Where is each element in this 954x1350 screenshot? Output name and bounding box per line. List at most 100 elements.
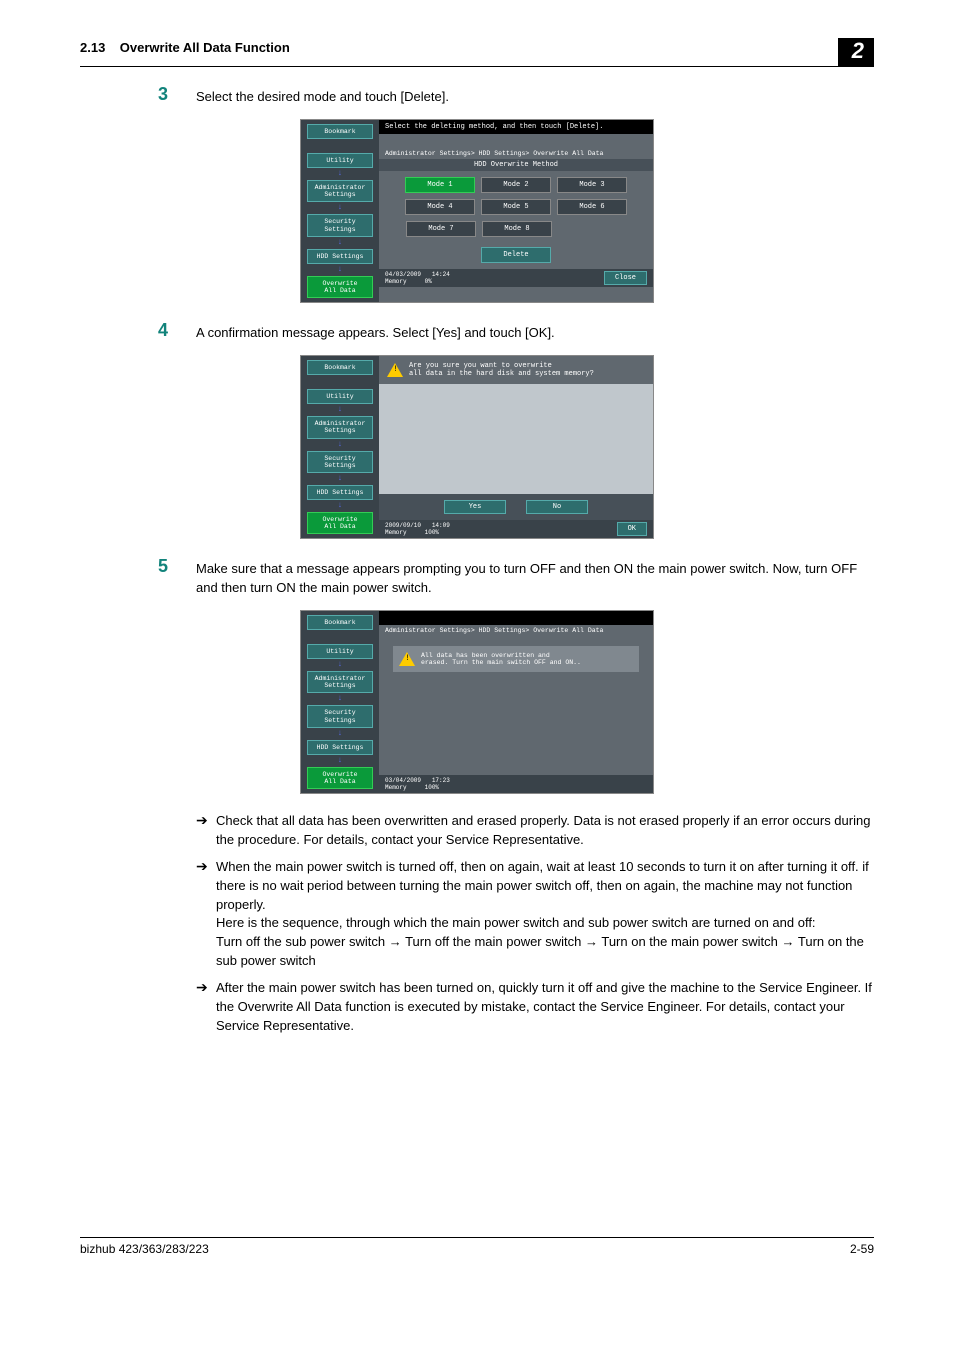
note-list: ➔ Check that all data has been overwritt… bbox=[196, 812, 874, 1035]
yes-button[interactable]: Yes bbox=[444, 500, 506, 514]
note-text: When the main power switch is turned off… bbox=[216, 858, 874, 971]
chevron-down-icon: ↓ bbox=[338, 441, 343, 449]
status-bar: 03/04/2009 17:23 Memory 100% bbox=[379, 775, 653, 793]
sidebar-security[interactable]: Security Settings bbox=[307, 451, 373, 473]
note-text: After the main power switch has been tur… bbox=[216, 979, 874, 1036]
bookmark-button[interactable]: Bookmark bbox=[307, 124, 373, 139]
mode-5-button[interactable]: Mode 5 bbox=[481, 199, 551, 215]
page-footer: bizhub 423/363/283/223 2-59 bbox=[80, 1237, 874, 1256]
step-text: A confirmation message appears. Select [… bbox=[196, 321, 874, 343]
note-line: Turn off the sub power switch → Turn off… bbox=[216, 934, 864, 968]
chevron-down-icon: ↓ bbox=[338, 406, 343, 414]
chevron-down-icon: ↓ bbox=[338, 170, 343, 178]
status-time: 14:09 bbox=[432, 522, 450, 529]
chevron-down-icon: ↓ bbox=[338, 475, 343, 483]
chevron-down-icon: ↓ bbox=[338, 502, 343, 510]
chevron-down-icon: ↓ bbox=[338, 757, 343, 765]
sidebar-admin[interactable]: Administrator Settings bbox=[307, 671, 373, 693]
step-number: 4 bbox=[158, 321, 196, 343]
mode-3-button[interactable]: Mode 3 bbox=[557, 177, 627, 193]
status-date: 03/04/2009 bbox=[385, 777, 421, 784]
step-3: 3 Select the desired mode and touch [Del… bbox=[158, 85, 874, 107]
sidebar-overwrite[interactable]: Overwrite All Data bbox=[307, 767, 373, 789]
mode-2-button[interactable]: Mode 2 bbox=[481, 177, 551, 193]
footer-model: bizhub 423/363/283/223 bbox=[80, 1242, 209, 1256]
sidebar-utility[interactable]: Utility bbox=[307, 644, 373, 659]
status-time: 14:24 bbox=[432, 271, 450, 278]
status-memory-pct: 100% bbox=[425, 784, 439, 791]
sidebar-admin[interactable]: Administrator Settings bbox=[307, 416, 373, 438]
note-text: Check that all data has been overwritten… bbox=[216, 812, 874, 850]
list-item: ➔ Check that all data has been overwritt… bbox=[196, 812, 874, 850]
sidebar-hdd[interactable]: HDD Settings bbox=[307, 249, 373, 264]
page-header: 2.13 Overwrite All Data Function 2 bbox=[80, 40, 874, 67]
breadcrumb: Administrator Settings> HDD Settings> Ov… bbox=[379, 148, 653, 159]
status-date: 04/03/2009 bbox=[385, 271, 421, 278]
step-5: 5 Make sure that a message appears promp… bbox=[158, 557, 874, 598]
section-title: Overwrite All Data Function bbox=[120, 40, 290, 55]
delete-button[interactable]: Delete bbox=[481, 247, 551, 263]
sidebar-security[interactable]: Security Settings bbox=[307, 214, 373, 236]
sidebar: Bookmark Utility ↓ Administrator Setting… bbox=[301, 611, 379, 793]
status-memory-label: Memory bbox=[385, 529, 407, 536]
note-line: Here is the sequence, through which the … bbox=[216, 915, 816, 930]
ok-button[interactable]: OK bbox=[617, 522, 647, 536]
bookmark-button[interactable]: Bookmark bbox=[307, 615, 373, 630]
mode-1-button[interactable]: Mode 1 bbox=[405, 177, 475, 193]
dialog-body bbox=[379, 384, 653, 494]
list-item: ➔ When the main power switch is turned o… bbox=[196, 858, 874, 971]
step-text: Select the desired mode and touch [Delet… bbox=[196, 85, 874, 107]
step-number: 5 bbox=[158, 557, 196, 598]
no-button[interactable]: No bbox=[526, 500, 588, 514]
sidebar-admin[interactable]: Administrator Settings bbox=[307, 180, 373, 202]
sidebar-hdd[interactable]: HDD Settings bbox=[307, 485, 373, 500]
status-bar: 04/03/2009 14:24 Memory 0% Close bbox=[379, 269, 653, 287]
sidebar-utility[interactable]: Utility bbox=[307, 153, 373, 168]
completion-panel: All data has been overwritten and erased… bbox=[393, 646, 639, 672]
status-memory-pct: 0% bbox=[425, 278, 432, 285]
mode-6-button[interactable]: Mode 6 bbox=[557, 199, 627, 215]
sidebar: Bookmark Utility ↓ Administrator Setting… bbox=[301, 120, 379, 302]
status-bar: 2009/09/10 14:09 Memory 100% OK bbox=[379, 520, 653, 538]
bookmark-button[interactable]: Bookmark bbox=[307, 360, 373, 375]
breadcrumb: Administrator Settings> HDD Settings> Ov… bbox=[379, 625, 653, 636]
close-button[interactable]: Close bbox=[604, 271, 647, 285]
sidebar-hdd[interactable]: HDD Settings bbox=[307, 740, 373, 755]
completion-message: All data has been overwritten and erased… bbox=[421, 652, 581, 666]
status-memory-label: Memory bbox=[385, 278, 407, 285]
confirm-message-bar: Are you sure you want to overwrite all d… bbox=[379, 356, 653, 384]
arrow-icon: ➔ bbox=[196, 812, 216, 850]
screenshot-mode-select: Bookmark Utility ↓ Administrator Setting… bbox=[300, 119, 654, 303]
dialog-body: All data has been overwritten and erased… bbox=[379, 636, 653, 745]
mode-8-button[interactable]: Mode 8 bbox=[482, 221, 552, 237]
confirm-buttons: Yes No bbox=[379, 494, 653, 520]
list-item: ➔ After the main power switch has been t… bbox=[196, 979, 874, 1036]
status-time: 17:23 bbox=[432, 777, 450, 784]
chevron-down-icon: ↓ bbox=[338, 695, 343, 703]
panel-title: HDD Overwrite Method bbox=[379, 159, 653, 171]
sidebar-overwrite[interactable]: Overwrite All Data bbox=[307, 512, 373, 534]
sidebar-overwrite[interactable]: Overwrite All Data bbox=[307, 276, 373, 298]
dialog-title: Select the deleting method, and then tou… bbox=[379, 120, 653, 134]
chevron-down-icon: ↓ bbox=[338, 661, 343, 669]
confirm-message: Are you sure you want to overwrite all d… bbox=[409, 362, 594, 378]
chevron-down-icon: ↓ bbox=[338, 239, 343, 247]
footer-page: 2-59 bbox=[850, 1242, 874, 1256]
status-memory-pct: 100% bbox=[425, 529, 439, 536]
sidebar-utility[interactable]: Utility bbox=[307, 389, 373, 404]
sidebar-security[interactable]: Security Settings bbox=[307, 705, 373, 727]
note-line: When the main power switch is turned off… bbox=[216, 859, 869, 912]
warning-icon bbox=[399, 652, 415, 666]
section-number: 2.13 bbox=[80, 40, 105, 55]
chevron-down-icon: ↓ bbox=[338, 730, 343, 738]
mode-7-button[interactable]: Mode 7 bbox=[406, 221, 476, 237]
arrow-icon: ➔ bbox=[196, 979, 216, 1036]
warning-icon bbox=[387, 363, 403, 377]
status-date: 2009/09/10 bbox=[385, 522, 421, 529]
step-4: 4 A confirmation message appears. Select… bbox=[158, 321, 874, 343]
step-number: 3 bbox=[158, 85, 196, 107]
arrow-icon: ➔ bbox=[196, 858, 216, 971]
status-memory-label: Memory bbox=[385, 784, 407, 791]
mode-4-button[interactable]: Mode 4 bbox=[405, 199, 475, 215]
mode-grid: Mode 1 Mode 2 Mode 3 Mode 4 Mode 5 Mode … bbox=[379, 171, 653, 243]
